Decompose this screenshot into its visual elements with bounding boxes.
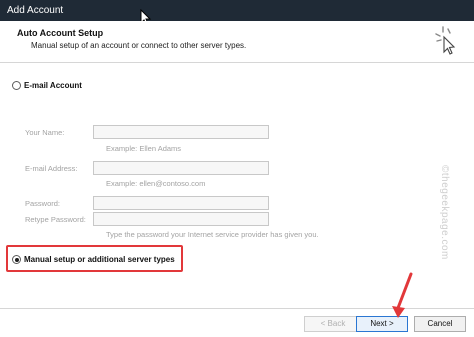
your-name-label: Your Name: (25, 128, 65, 137)
header-subtitle: Manual setup of an account or connect to… (31, 41, 247, 50)
back-button[interactable]: < Back (304, 316, 362, 332)
email-address-field[interactable] (93, 161, 269, 175)
highlight-box (6, 245, 183, 272)
cursor-click-icon (435, 26, 456, 55)
email-account-radio[interactable] (12, 81, 21, 90)
window-title: Add Account (7, 5, 64, 16)
watermark: ©thegeekpage.com (439, 165, 450, 260)
email-address-label: E-mail Address: (25, 164, 78, 173)
retype-password-label: Retype Password: (25, 215, 86, 224)
header-title: Auto Account Setup (17, 28, 104, 38)
pointer-arrow-icon (392, 272, 413, 318)
window-titlebar: Add Account (0, 0, 474, 21)
your-name-hint: Example: Ellen Adams (106, 144, 182, 153)
password-label: Password: (25, 199, 61, 208)
your-name-field[interactable] (93, 125, 269, 139)
cancel-button[interactable]: Cancel (414, 316, 466, 332)
retype-password-field[interactable] (93, 212, 269, 226)
email-address-hint: Example: ellen@contoso.com (106, 179, 206, 188)
email-account-label[interactable]: E-mail Account (24, 81, 82, 90)
password-field[interactable] (93, 196, 269, 210)
password-hint: Type the password your Internet service … (106, 230, 319, 239)
dialog-header: Auto Account Setup Manual setup of an ac… (0, 21, 474, 63)
